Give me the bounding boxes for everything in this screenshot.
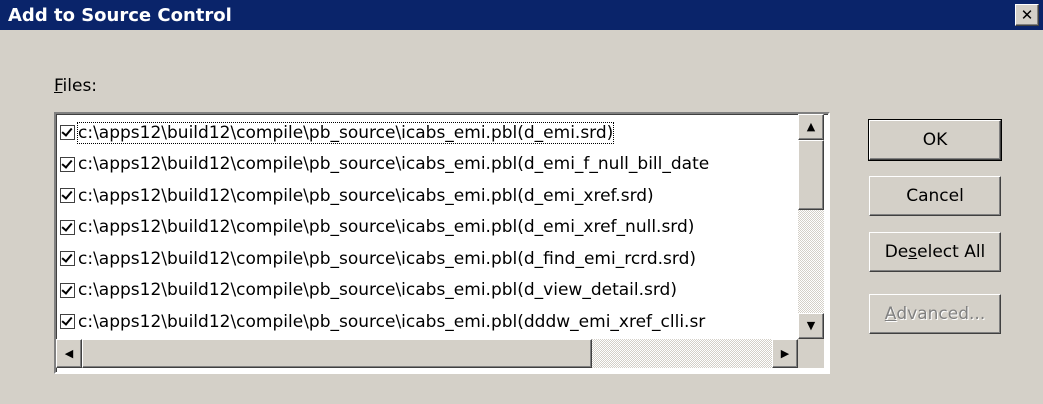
scroll-right-button[interactable]: ▶	[772, 339, 798, 368]
cancel-button[interactable]: Cancel	[869, 176, 1001, 216]
ok-button-label: OK	[922, 130, 948, 150]
file-path: c:\apps12\build12\compile\pb_source\icab…	[78, 217, 695, 238]
arrow-down-icon: ▼	[806, 319, 816, 332]
list-item[interactable]: c:\apps12\build12\compile\pb_source\icab…	[60, 117, 798, 149]
file-checkbox[interactable]	[60, 125, 75, 141]
scroll-up-button[interactable]: ▲	[798, 114, 824, 140]
arrow-up-icon: ▲	[806, 120, 816, 133]
horizontal-scrollbar[interactable]: ◀ ▶	[56, 339, 798, 368]
files-label: Files:	[54, 76, 97, 96]
scroll-down-button[interactable]: ▼	[798, 313, 824, 339]
ok-button[interactable]: OK	[868, 119, 1002, 161]
arrow-left-icon: ◀	[64, 347, 74, 360]
file-checkbox[interactable]	[60, 282, 75, 298]
deselect-all-label-part: De	[884, 242, 909, 262]
file-path: c:\apps12\build12\compile\pb_source\icab…	[76, 121, 615, 144]
list-item[interactable]: c:\apps12\build12\compile\pb_source\icab…	[60, 212, 798, 244]
arrow-right-icon: ▶	[780, 347, 790, 360]
list-item[interactable]: c:\apps12\build12\compile\pb_source\icab…	[60, 180, 798, 212]
files-label-text: iles:	[62, 76, 98, 96]
file-checkbox[interactable]	[60, 219, 75, 235]
horizontal-scroll-thumb[interactable]	[82, 339, 592, 368]
list-item[interactable]: c:\apps12\build12\compile\pb_source\icab…	[60, 275, 798, 307]
file-path: c:\apps12\build12\compile\pb_source\icab…	[78, 311, 706, 332]
list-item[interactable]: c:\apps12\build12\compile\pb_source\icab…	[60, 306, 798, 338]
list-item[interactable]: c:\apps12\build12\compile\pb_source\icab…	[60, 149, 798, 181]
file-checkbox[interactable]	[60, 314, 75, 330]
file-path: c:\apps12\build12\compile\pb_source\icab…	[78, 280, 677, 301]
title-bar: Add to Source Control ✕	[0, 0, 1043, 30]
file-path: c:\apps12\build12\compile\pb_source\icab…	[78, 248, 697, 269]
close-icon: ✕	[1020, 6, 1034, 24]
files-label-mnemonic: F	[54, 76, 63, 96]
advanced-label-part: dvanced...	[896, 304, 986, 324]
advanced-mnemonic: A	[884, 304, 897, 324]
list-item[interactable]: c:\apps12\build12\compile\pb_source\icab…	[60, 243, 798, 275]
close-button[interactable]: ✕	[1015, 4, 1039, 26]
advanced-button: Advanced...	[869, 294, 1001, 334]
file-path: c:\apps12\build12\compile\pb_source\icab…	[78, 154, 710, 175]
deselect-all-label-part: elect All	[917, 242, 986, 262]
file-path: c:\apps12\build12\compile\pb_source\icab…	[78, 185, 654, 206]
vertical-scrollbar[interactable]: ▲ ▼	[798, 114, 824, 339]
file-checkbox[interactable]	[60, 188, 75, 204]
cancel-button-label: Cancel	[906, 186, 964, 206]
scrollbar-corner	[798, 339, 824, 368]
deselect-all-mnemonic: s	[908, 242, 918, 262]
file-checkbox[interactable]	[60, 156, 75, 172]
file-checkbox[interactable]	[60, 251, 75, 267]
files-listbox[interactable]: c:\apps12\build12\compile\pb_source\icab…	[54, 112, 830, 374]
window-title: Add to Source Control	[8, 5, 232, 26]
files-list: c:\apps12\build12\compile\pb_source\icab…	[60, 117, 798, 338]
scroll-left-button[interactable]: ◀	[56, 339, 82, 368]
vertical-scroll-thumb[interactable]	[798, 140, 824, 210]
deselect-all-button[interactable]: De s elect All	[869, 232, 1001, 272]
